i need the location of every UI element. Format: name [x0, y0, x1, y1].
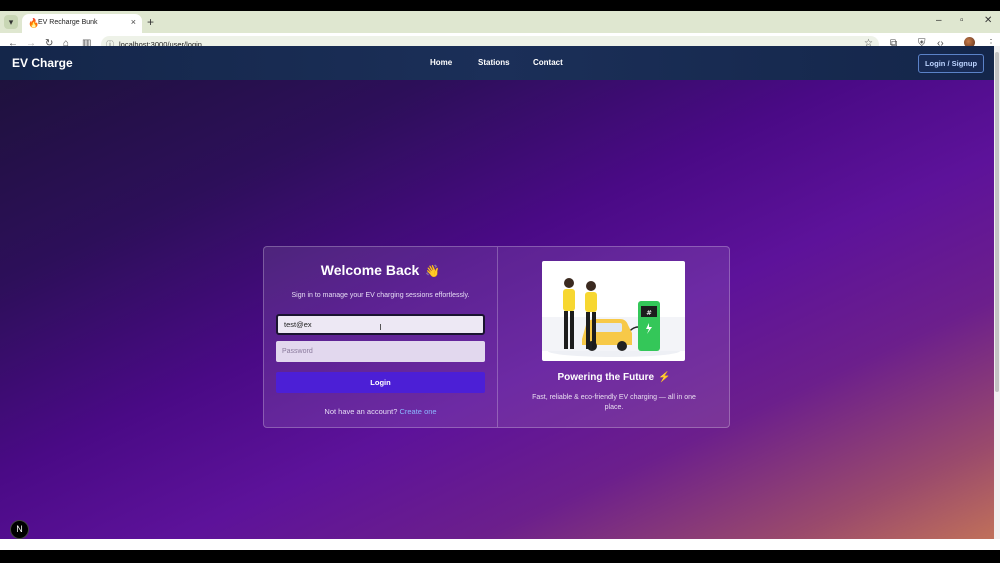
login-signup-button[interactable]: Login / Signup [918, 54, 984, 73]
nav-link-home[interactable]: Home [430, 58, 452, 67]
login-title-text: Welcome Back [320, 262, 420, 278]
tab-search-button[interactable]: ▾ [4, 15, 18, 29]
login-card: Welcome Back 👋 Sign in to manage your EV … [263, 246, 730, 428]
minimize-icon[interactable]: – [936, 15, 942, 26]
svg-text:#: # [646, 309, 652, 317]
tab-title: EV Recharge Bunk [38, 19, 98, 26]
create-account-link[interactable]: Create one [399, 407, 436, 416]
promo-description: Fast, reliable & eco-friendly EV chargin… [532, 394, 696, 411]
promo-title-text: Powering the Future [557, 372, 655, 383]
waving-hand-icon: 👋 [425, 264, 441, 278]
close-icon[interactable]: × [131, 17, 136, 27]
brand-logo[interactable]: EV Charge [12, 56, 73, 70]
signup-prompt-text: Not have an account? [324, 407, 398, 416]
scrollbar-thumb[interactable] [995, 52, 999, 392]
ev-charging-illustration: # [542, 261, 685, 361]
login-submit-button[interactable]: Login [276, 372, 485, 393]
nav-link-stations[interactable]: Stations [478, 58, 510, 67]
lightning-bolt-icon: ⚡ [658, 372, 671, 383]
card-divider [497, 247, 498, 427]
password-input[interactable]: Password [276, 341, 485, 362]
restore-icon[interactable]: ▫ [960, 15, 964, 26]
login-title: Welcome Back 👋 [264, 262, 497, 278]
site-navbar: EV Charge Home Stations Contact Login / … [0, 46, 994, 80]
page-viewport: EV Charge Home Stations Contact Login / … [0, 46, 994, 539]
promo-title: Powering the Future ⚡ [497, 372, 731, 383]
text-cursor [380, 324, 381, 330]
active-tab[interactable]: 🔥 EV Recharge Bunk × [22, 14, 142, 33]
nextjs-dev-badge[interactable]: N [10, 520, 29, 539]
tab-strip: ▾ 🔥 EV Recharge Bunk × + – ▫ ✕ [0, 11, 1000, 33]
nav-link-contact[interactable]: Contact [533, 58, 563, 67]
login-subtitle: Sign in to manage your EV charging sessi… [291, 292, 470, 299]
signup-prompt: Not have an account? Create one [264, 407, 497, 416]
page-scrollbar[interactable] [994, 46, 1000, 539]
new-tab-icon[interactable]: + [147, 15, 154, 29]
close-window-icon[interactable]: ✕ [984, 15, 992, 26]
